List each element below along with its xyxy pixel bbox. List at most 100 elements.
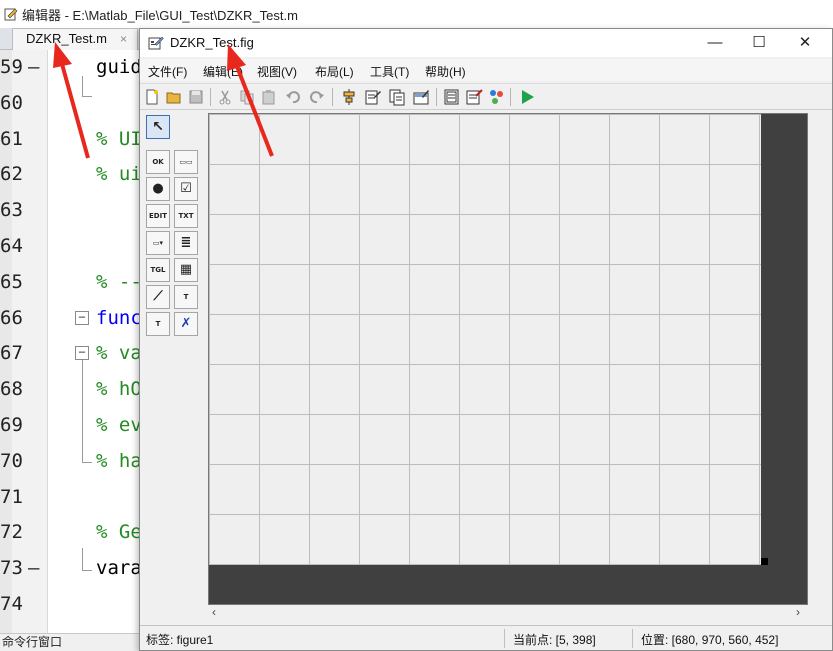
status-separator — [504, 629, 505, 648]
toolbar-editor-icon[interactable] — [412, 88, 430, 106]
guide-statusbar: 标签: figure1 当前点: [5, 398] 位置: [680, 970,… — [140, 625, 832, 650]
editor-title: 编辑器 - E:\Matlab_File\GUI_Test\DZKR_Test.… — [22, 7, 298, 23]
new-icon[interactable] — [143, 88, 161, 106]
fold-collapse-icon[interactable]: − — [75, 346, 89, 360]
code-line[interactable]: % Ge — [96, 521, 142, 543]
copy-icon[interactable] — [238, 88, 256, 106]
statictext-tool[interactable]: TXT — [174, 204, 198, 228]
code-line[interactable]: % ev — [96, 414, 142, 436]
palette-label: ☑ — [180, 181, 192, 196]
editor-tabbar: DZKR_Test.m × — [0, 28, 140, 50]
toolbar-separator — [436, 88, 437, 106]
palette-label: ⟋ — [153, 289, 163, 304]
listbox-tool[interactable]: ≣ — [174, 231, 198, 255]
code-line[interactable]: % va — [96, 342, 142, 364]
select-tool[interactable]: ↖ — [146, 115, 170, 139]
radiobutton-tool[interactable]: ● — [146, 177, 170, 201]
horizontal-scrollbar[interactable]: ‹ › — [208, 605, 808, 621]
line-number: 68 — [0, 378, 23, 400]
code-line[interactable]: guid — [96, 56, 142, 78]
code-line[interactable]: % UI — [96, 128, 142, 150]
code-line[interactable]: vara — [96, 557, 142, 579]
fold-collapse-icon[interactable]: − — [75, 311, 89, 325]
pushbutton-tool[interactable]: OK — [146, 150, 170, 174]
guide-title: DZKR_Test.fig — [170, 35, 254, 50]
togglebutton-tool[interactable]: TGL — [146, 258, 170, 282]
fold-guide-line — [82, 548, 83, 570]
figure-canvas-grid[interactable] — [209, 114, 761, 565]
axes-tool[interactable]: ⟋ — [146, 285, 170, 309]
palette-label: ▭▭ — [179, 158, 193, 166]
scroll-left-icon[interactable]: ‹ — [212, 605, 216, 619]
close-icon[interactable]: × — [120, 29, 127, 49]
menu-help[interactable]: 帮助(H) — [425, 63, 466, 80]
align-icon[interactable] — [340, 88, 358, 106]
tab-order-icon[interactable] — [388, 88, 406, 106]
maximize-button[interactable]: ☐ — [736, 29, 782, 57]
checkbox-tool[interactable]: ☑ — [174, 177, 198, 201]
menu-view[interactable]: 视图(V) — [257, 63, 297, 80]
edittext-tool[interactable]: EDIT — [146, 204, 170, 228]
line-number: 62 — [0, 163, 23, 185]
toolbar-separator — [332, 88, 333, 106]
figure-resize-handle[interactable] — [761, 558, 768, 565]
menu-file[interactable]: 文件(F) — [148, 63, 187, 80]
fold-guide-line — [82, 76, 83, 96]
command-window-label[interactable]: 命令行窗口 — [2, 635, 62, 649]
menu-edit[interactable]: 编辑(E) — [203, 63, 243, 80]
activex-tool[interactable]: ✗ — [174, 312, 198, 336]
fold-guide-tick — [82, 462, 92, 463]
line-number: 69 — [0, 414, 23, 436]
menu-editor-icon[interactable] — [364, 88, 382, 106]
line-number: 71 — [0, 486, 23, 508]
tab-dzkr-test-m[interactable]: DZKR_Test.m × — [12, 28, 138, 50]
minimize-button[interactable]: — — [692, 29, 738, 57]
redo-icon[interactable] — [308, 88, 326, 106]
palette-label: ▭▾ — [152, 239, 164, 247]
palette-label: T — [183, 293, 189, 301]
slider-tool[interactable]: ▭▭ — [174, 150, 198, 174]
close-button[interactable]: ✕ — [782, 29, 828, 57]
paste-icon[interactable] — [260, 88, 278, 106]
editor-app-icon — [4, 8, 18, 21]
code-line[interactable]: % ui — [96, 163, 142, 185]
line-number: 66 — [0, 307, 23, 329]
palette-label: TXT — [178, 212, 194, 220]
panel-tool[interactable]: T — [174, 285, 198, 309]
current-point-status: 当前点: [5, 398] — [513, 633, 596, 647]
breakpoint-marker[interactable]: — — [28, 56, 42, 78]
cut-icon[interactable] — [216, 88, 234, 106]
menu-layout[interactable]: 布局(L) — [315, 63, 354, 80]
popupmenu-tool[interactable]: ▭▾ — [146, 231, 170, 255]
layout-area[interactable] — [208, 113, 808, 605]
guide-titlebar: DZKR_Test.fig — ☐ ✕ — [140, 29, 832, 57]
fig-file-icon — [148, 36, 164, 50]
code-line[interactable]: % -- — [96, 271, 142, 293]
run-icon[interactable] — [518, 88, 536, 106]
breakpoint-marker[interactable]: — — [28, 557, 42, 579]
open-icon[interactable] — [165, 88, 183, 106]
table-tool[interactable]: ▦ — [174, 258, 198, 282]
line-number: 74 — [0, 593, 23, 615]
code-line[interactable]: % hO — [96, 378, 142, 400]
palette-label: OK — [152, 158, 164, 166]
guide-menubar: 文件(F) 编辑(E) 视图(V) 布局(L) 工具(T) 帮助(H) — [140, 59, 832, 81]
line-number: 60 — [0, 92, 23, 114]
palette-label: ✗ — [180, 316, 192, 331]
code-line[interactable]: % ha — [96, 450, 142, 472]
mfile-editor-icon[interactable] — [443, 88, 461, 106]
line-number: 67 — [0, 342, 23, 364]
scroll-right-icon[interactable]: › — [796, 605, 800, 619]
status-separator — [632, 629, 633, 648]
menu-tools[interactable]: 工具(T) — [370, 63, 409, 80]
code-line[interactable]: func — [96, 307, 142, 329]
fold-guide-tick — [82, 96, 92, 97]
editor-titlebar: 编辑器 - E:\Matlab_File\GUI_Test\DZKR_Test.… — [0, 0, 833, 28]
save-icon[interactable] — [187, 88, 205, 106]
undo-icon[interactable] — [284, 88, 302, 106]
property-inspector-icon[interactable] — [465, 88, 483, 106]
toolbar-separator — [210, 88, 211, 106]
buttongroup-tool[interactable]: T — [146, 312, 170, 336]
line-number: 59 — [0, 56, 23, 78]
object-browser-icon[interactable] — [487, 88, 505, 106]
